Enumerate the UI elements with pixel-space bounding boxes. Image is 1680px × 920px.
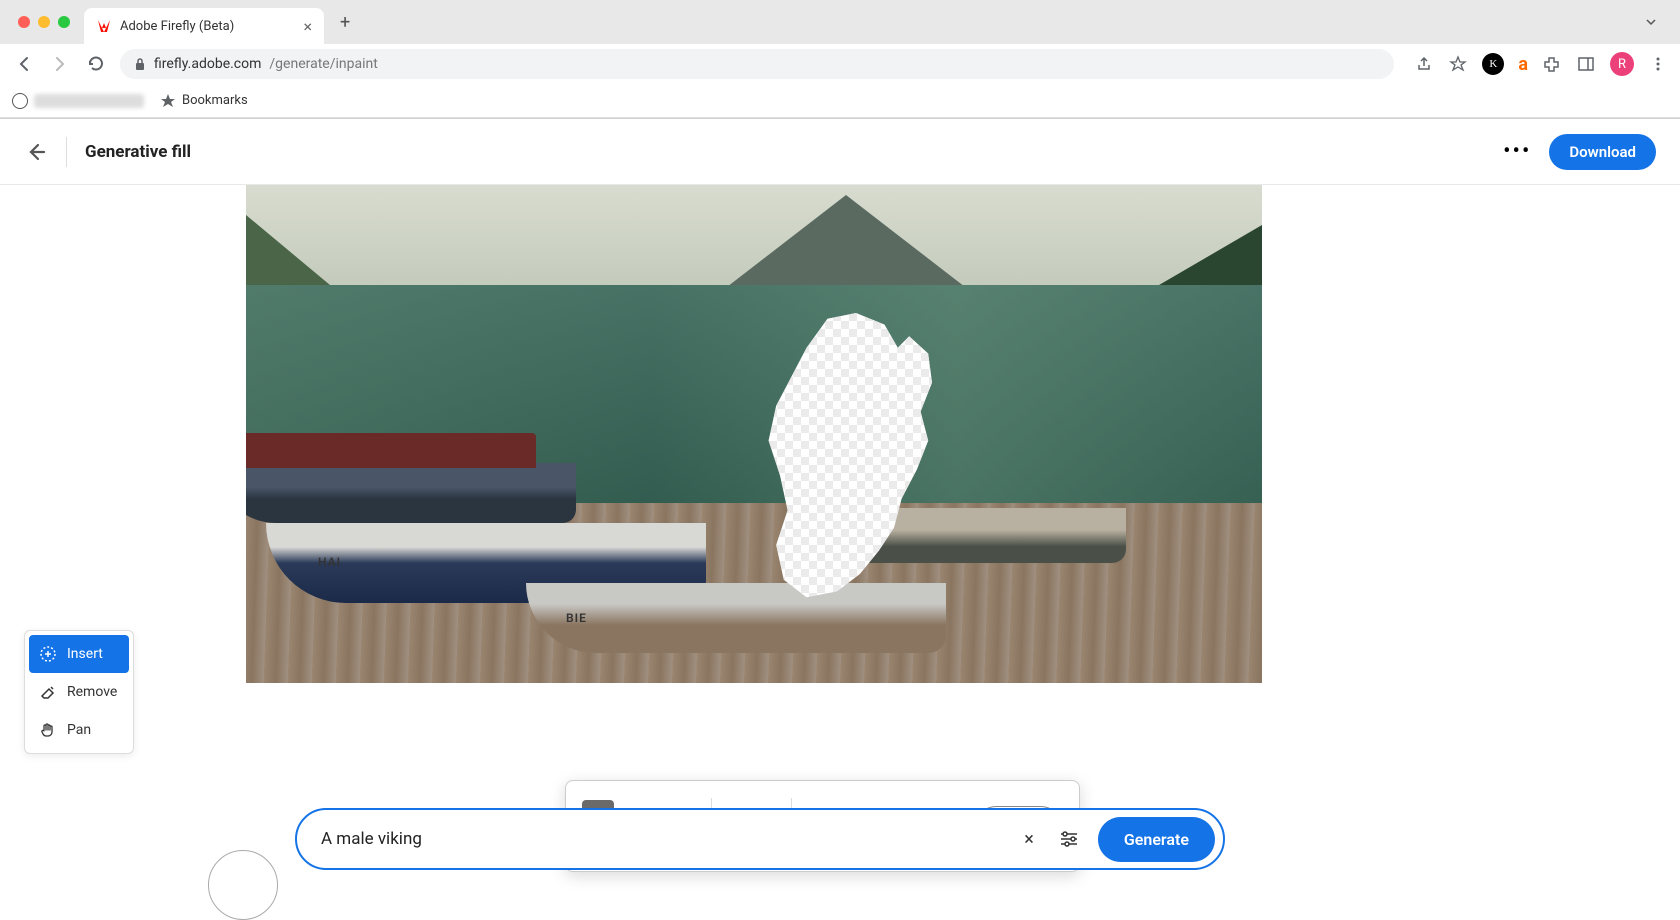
window-controls [8,16,80,28]
bookmarks-bar: Bookmarks [0,84,1680,118]
more-options-icon[interactable]: ••• [1503,139,1531,164]
tool-panel: Insert Remove Pan [24,630,134,754]
insert-icon [39,645,57,663]
url-host: firefly.adobe.com [154,56,261,72]
extension-a-icon[interactable]: a [1518,54,1528,75]
tool-insert[interactable]: Insert [29,635,129,673]
bookmark-item-bookmarks[interactable]: Bookmarks [160,93,248,109]
tabs-chevron-icon[interactable] [1630,15,1672,29]
generate-button[interactable]: Generate [1098,817,1215,862]
back-button[interactable] [24,141,66,163]
nav-reload-button[interactable] [84,52,108,76]
bookmarks-label: Bookmarks [182,93,248,108]
hand-icon [39,721,57,739]
tab-strip: Adobe Firefly (Beta) × + [0,0,1680,44]
side-panel-icon[interactable] [1576,54,1596,74]
tool-insert-label: Insert [67,646,103,662]
adobe-firefly-favicon-icon [96,18,112,34]
url-path: /generate/inpaint [269,56,377,72]
address-bar-actions: K a R [1414,52,1668,76]
bookmark-item[interactable] [12,93,144,109]
bookmark-star-icon[interactable] [1448,54,1468,74]
tab-title: Adobe Firefly (Beta) [120,19,295,34]
extensions-puzzle-icon[interactable] [1542,54,1562,74]
tool-pan-label: Pan [67,722,91,738]
browser-chrome: Adobe Firefly (Beta) × + firefly.adobe.c… [0,0,1680,119]
nav-forward-button [48,52,72,76]
lock-icon [134,57,146,71]
download-button[interactable]: Download [1549,134,1656,170]
brush-cursor-icon [208,850,278,920]
canvas-area: Insert Remove Pan Add Subtract Settings … [0,185,1680,890]
page-title: Generative fill [85,142,191,162]
globe-icon [12,93,28,109]
tool-remove[interactable]: Remove [29,673,129,711]
tool-pan[interactable]: Pan [29,711,129,749]
prompt-settings-icon[interactable] [1052,822,1086,856]
window-close-icon[interactable] [18,16,30,28]
window-minimize-icon[interactable] [38,16,50,28]
extension-k-icon[interactable]: K [1482,53,1504,75]
tool-remove-label: Remove [67,684,117,700]
nav-back-button[interactable] [12,52,36,76]
address-bar: firefly.adobe.com/generate/inpaint K a R [0,44,1680,84]
chrome-menu-icon[interactable] [1648,54,1668,74]
star-icon [160,93,176,109]
bookmark-label-redacted [34,94,144,108]
app-header: Generative fill ••• Download [0,119,1680,185]
share-icon[interactable] [1414,54,1434,74]
new-tab-button[interactable]: + [328,4,362,41]
window-maximize-icon[interactable] [58,16,70,28]
prompt-bar: × Generate [295,808,1225,870]
prompt-clear-icon[interactable]: × [1018,823,1040,856]
tab-close-icon[interactable]: × [303,17,312,36]
prompt-input[interactable] [321,829,1006,849]
canvas-image[interactable] [246,185,1262,683]
browser-tab[interactable]: Adobe Firefly (Beta) × [84,8,324,44]
header-divider [66,137,67,167]
url-field[interactable]: firefly.adobe.com/generate/inpaint [120,49,1394,79]
eraser-icon [39,683,57,701]
profile-avatar[interactable]: R [1610,52,1634,76]
